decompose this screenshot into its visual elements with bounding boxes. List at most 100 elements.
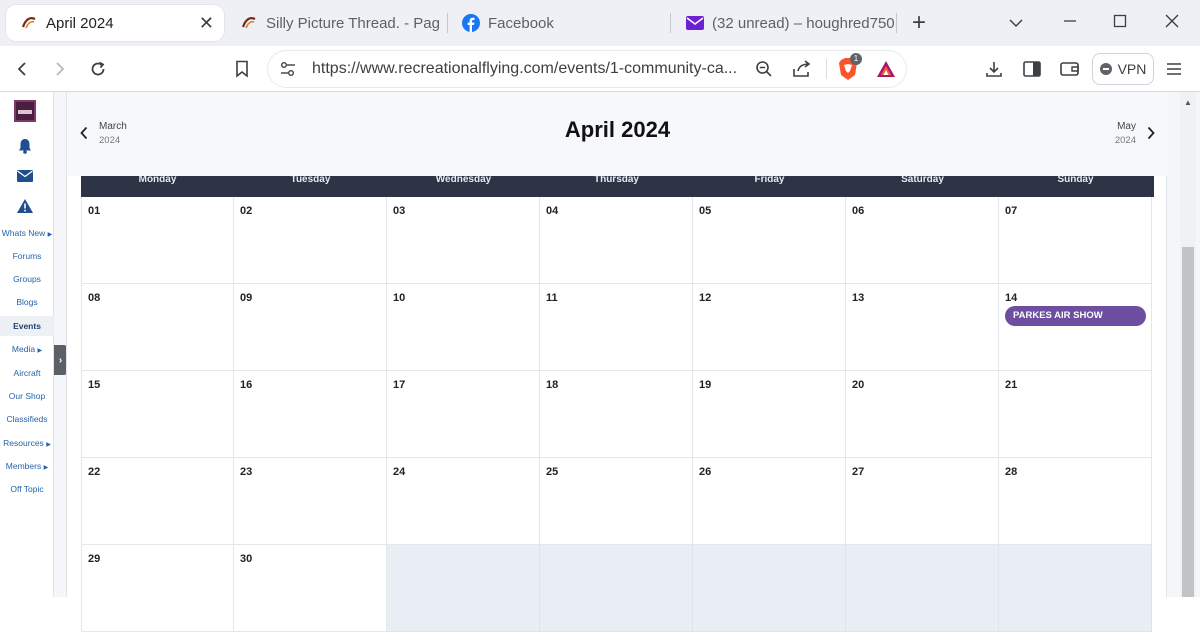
new-tab-button[interactable]: + <box>906 9 932 37</box>
zoom-icon[interactable] <box>750 55 778 83</box>
wallet-icon[interactable] <box>1056 55 1084 83</box>
sidebar-item-blogs[interactable]: Blogs <box>0 297 54 307</box>
sidebar-item-resources[interactable]: Resources ▶ <box>0 438 54 448</box>
vpn-button[interactable]: VPN <box>1092 53 1154 85</box>
back-button[interactable] <box>8 55 36 83</box>
calendar-empty-cell <box>693 545 846 632</box>
shields-badge: 1 <box>850 53 862 65</box>
calendar-day-cell[interactable]: 15 <box>81 371 234 458</box>
sidebar-item-aircraft[interactable]: Aircraft <box>0 368 54 378</box>
weekday-label: Sunday <box>1057 176 1094 185</box>
sidebar-item-classifieds[interactable]: Classifieds <box>0 414 54 424</box>
sidebar-item-label: Groups <box>13 274 41 284</box>
day-number: 08 <box>88 292 101 304</box>
calendar-day-cell[interactable]: 03 <box>387 197 540 284</box>
sidebar-item-off-topic[interactable]: Off Topic <box>0 484 54 494</box>
day-number: 22 <box>88 466 101 478</box>
brave-shields-icon[interactable]: 1 <box>834 53 862 83</box>
calendar-day-cell[interactable]: 21 <box>999 371 1152 458</box>
calendar-week-row: 01 02 03 04 05 06 07 <box>81 197 1154 284</box>
download-icon[interactable] <box>980 55 1008 83</box>
sidebar-item-label: Off Topic <box>10 484 44 494</box>
menu-icon[interactable] <box>1160 55 1188 83</box>
sidebar-item-label: Resources <box>3 438 44 448</box>
calendar-day-cell[interactable]: 28 <box>999 458 1152 545</box>
calendar-day-cell[interactable]: 23 <box>234 458 387 545</box>
maximize-button[interactable] <box>1095 6 1145 38</box>
site-logo[interactable] <box>14 100 36 122</box>
close-window-button[interactable] <box>1147 6 1197 38</box>
calendar-day-cell[interactable]: 19 <box>693 371 846 458</box>
close-tab-icon[interactable]: ✕ <box>199 13 214 33</box>
calendar-day-cell[interactable]: 24 <box>387 458 540 545</box>
calendar-day-cell[interactable]: 04 <box>540 197 693 284</box>
calendar-week-row: 15 16 17 18 19 20 21 <box>81 371 1154 458</box>
sidebar-panel-icon[interactable] <box>1018 55 1046 83</box>
tab-april-2024[interactable]: April 2024 ✕ <box>6 5 224 41</box>
envelope-icon[interactable] <box>15 166 35 186</box>
calendar-day-cell[interactable]: 16 <box>234 371 387 458</box>
next-month-link[interactable]: May 2024 <box>1115 120 1156 148</box>
page-scrollbar[interactable]: ▲ <box>1180 92 1196 597</box>
calendar-day-cell[interactable]: 05 <box>693 197 846 284</box>
calendar-day-cell[interactable]: 02 <box>234 197 387 284</box>
calendar-day-cell[interactable]: 18 <box>540 371 693 458</box>
calendar-day-cell[interactable]: 07 <box>999 197 1152 284</box>
calendar-day-cell[interactable]: 06 <box>846 197 999 284</box>
calendar-day-cell[interactable]: 25 <box>540 458 693 545</box>
calendar-day-cell[interactable]: 29 <box>81 545 234 632</box>
calendar-week-row: 22 23 24 25 26 27 28 <box>81 458 1154 545</box>
omnibox-divider <box>826 59 827 79</box>
sidebar-item-media[interactable]: Media ▶ <box>0 344 54 354</box>
calendar-day-cell[interactable]: 14 PARKES AIR SHOW <box>999 284 1152 371</box>
day-number: 12 <box>699 292 712 304</box>
calendar-day-cell[interactable]: 20 <box>846 371 999 458</box>
weekday-label: Friday <box>754 176 785 185</box>
calendar-day-cell[interactable]: 08 <box>81 284 234 371</box>
weekday-label: Saturday <box>901 176 944 185</box>
bell-icon[interactable] <box>15 136 35 156</box>
calendar-day-cell[interactable]: 22 <box>81 458 234 545</box>
sidebar-item-members[interactable]: Members ▶ <box>0 461 54 471</box>
tab-mail[interactable]: (32 unread) – houghred7500 <box>672 5 894 41</box>
calendar-day-cell[interactable]: 09 <box>234 284 387 371</box>
calendar-day-cell[interactable]: 17 <box>387 371 540 458</box>
calendar-day-cell[interactable]: 01 <box>81 197 234 284</box>
brave-rewards-icon[interactable] <box>872 55 900 83</box>
sidebar-item-whats-new[interactable]: Whats New ▶ <box>0 228 54 238</box>
calendar-day-cell[interactable]: 13 <box>846 284 999 371</box>
calendar-empty-cell <box>540 545 693 632</box>
calendar-day-cell[interactable]: 12 <box>693 284 846 371</box>
share-icon[interactable] <box>788 55 816 83</box>
minimize-button[interactable] <box>1045 6 1095 38</box>
sidebar-item-groups[interactable]: Groups <box>0 274 54 284</box>
tab-search-button[interactable] <box>991 6 1041 38</box>
bookmark-icon[interactable] <box>228 55 256 83</box>
reload-button[interactable] <box>84 55 112 83</box>
site-settings-icon[interactable] <box>274 55 302 83</box>
tab-silly-picture-thread[interactable]: Silly Picture Thread. - Page 3 <box>226 5 440 41</box>
scroll-up-arrow-icon[interactable]: ▲ <box>1184 98 1192 107</box>
calendar-day-cell[interactable]: 10 <box>387 284 540 371</box>
event-pill-parkes-air-show[interactable]: PARKES AIR SHOW <box>1005 306 1146 326</box>
sidebar-item-our-shop[interactable]: Our Shop <box>0 391 54 401</box>
forward-button[interactable] <box>46 55 74 83</box>
tab-facebook[interactable]: Facebook <box>448 5 668 41</box>
scrollbar-thumb[interactable] <box>1182 247 1194 597</box>
calendar-panel: March 2024 April 2024 May 2024 Monday Tu… <box>66 92 1168 632</box>
calendar-week-row: 29 30 <box>81 545 1154 632</box>
calendar-day-cell[interactable]: 11 <box>540 284 693 371</box>
day-number: 18 <box>546 379 559 391</box>
url-text[interactable]: https://www.recreationalflying.com/event… <box>312 60 744 78</box>
page-content: Whats New ▶ Forums Groups Blogs Events M… <box>0 92 1200 632</box>
sidebar-item-label: Aircraft <box>13 368 41 378</box>
calendar-day-cell[interactable]: 26 <box>693 458 846 545</box>
warning-icon[interactable] <box>15 196 35 216</box>
sidebar-item-events[interactable]: Events <box>0 316 54 336</box>
sidebar-item-forums[interactable]: Forums <box>0 251 54 261</box>
calendar-day-cell[interactable]: 27 <box>846 458 999 545</box>
calendar-day-cell[interactable]: 30 <box>234 545 387 632</box>
weekday-label: Wednesday <box>435 176 492 185</box>
address-bar[interactable]: https://www.recreationalflying.com/event… <box>268 51 906 87</box>
day-number: 17 <box>393 379 406 391</box>
